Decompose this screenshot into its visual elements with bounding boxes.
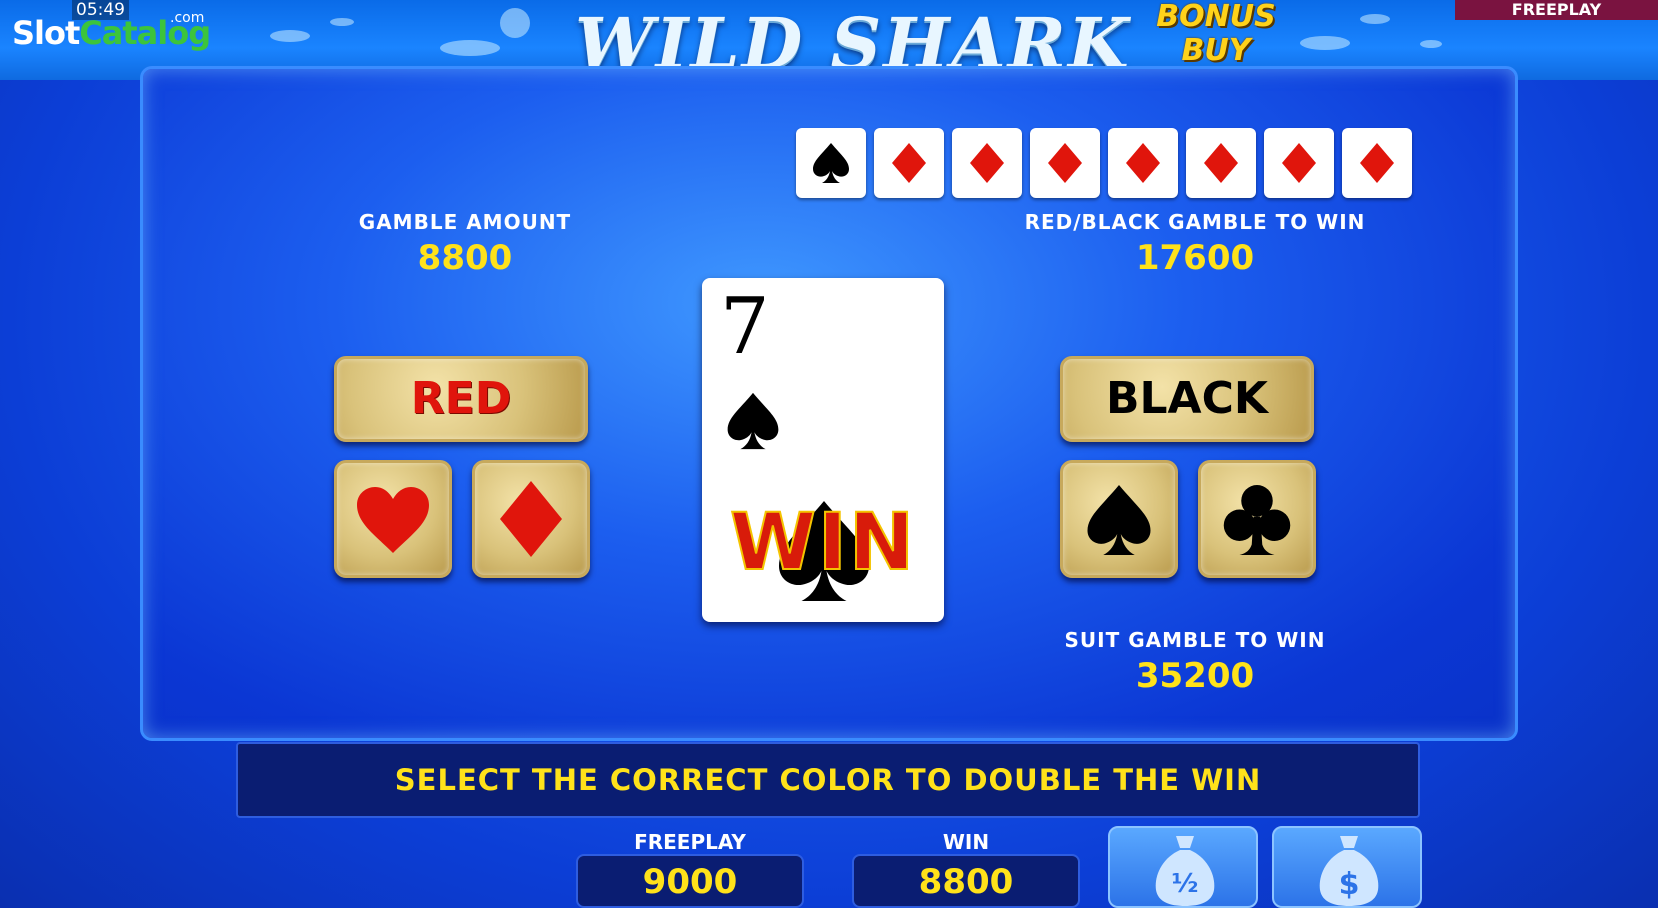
site-logo-part1: Slot (12, 14, 80, 52)
collect-button[interactable]: $ (1272, 826, 1422, 908)
win-value: 8800 (852, 854, 1080, 908)
instruction-message: SELECT THE CORRECT COLOR TO DOUBLE THE W… (394, 763, 1262, 797)
diamond-icon (892, 143, 926, 183)
gamble-amount-label: GAMBLE AMOUNT (358, 210, 572, 234)
message-bar: SELECT THE CORRECT COLOR TO DOUBLE THE W… (236, 742, 1420, 818)
red-button[interactable]: RED (334, 356, 588, 442)
diamond-icon (1282, 143, 1316, 183)
black-button-label: BLACK (1105, 373, 1268, 424)
black-button[interactable]: BLACK (1060, 356, 1314, 442)
hearts-button[interactable] (334, 460, 452, 578)
collect-half-button[interactable]: ½ (1108, 826, 1258, 908)
svg-text:½: ½ (1172, 869, 1199, 899)
history-card-diamond (1186, 128, 1256, 198)
diamond-icon (1360, 143, 1394, 183)
spades-button[interactable] (1060, 460, 1178, 578)
clubs-button[interactable] (1198, 460, 1316, 578)
diamond-icon (1126, 143, 1160, 183)
site-logo-suffix: .com (170, 10, 205, 26)
history-card-diamond (1030, 128, 1100, 198)
diamond-icon (1048, 143, 1082, 183)
win-stamp: WIN (729, 497, 917, 589)
suit-gamble-value: 35200 (1135, 656, 1255, 696)
svg-text:$: $ (1339, 867, 1360, 902)
history-card-diamond (952, 128, 1022, 198)
red-black-gamble-value: 17600 (1135, 238, 1255, 278)
diamond-icon (970, 143, 1004, 183)
spade-icon (813, 143, 849, 183)
spade-icon (727, 392, 779, 450)
card-rank: 7 (720, 282, 770, 372)
suit-gamble-label: SUIT GAMBLE TO WIN (1064, 628, 1326, 652)
history-card-diamond (874, 128, 944, 198)
red-button-label: RED (410, 373, 512, 424)
diamond-icon (500, 481, 562, 557)
club-icon (1223, 485, 1291, 555)
freeplay-balance-value: 9000 (576, 854, 804, 908)
diamond-icon (1204, 143, 1238, 183)
clock: 05:49 (72, 0, 129, 20)
win-label: WIN (942, 830, 990, 854)
history-card-diamond (1342, 128, 1412, 198)
red-black-gamble-label: RED/BLACK GAMBLE TO WIN (1024, 210, 1366, 234)
drawn-card: 7 WIN (702, 278, 944, 622)
diamonds-button[interactable] (472, 460, 590, 578)
history-card-spade (796, 128, 866, 198)
history-card-diamond (1108, 128, 1178, 198)
mode-tag: FREEPLAY (1455, 0, 1658, 20)
money-bag-dollar-icon: $ (1319, 836, 1379, 906)
money-bag-half-icon: ½ (1155, 836, 1215, 906)
bonus-badge-line1: BONUS (1156, 0, 1276, 34)
heart-icon (357, 487, 429, 553)
freeplay-balance-label: FREEPLAY (634, 830, 746, 854)
spade-icon (1087, 485, 1151, 555)
history-card-diamond (1264, 128, 1334, 198)
gamble-amount-value: 8800 (417, 238, 513, 278)
bonus-badge-line2: BUY (1181, 33, 1251, 68)
